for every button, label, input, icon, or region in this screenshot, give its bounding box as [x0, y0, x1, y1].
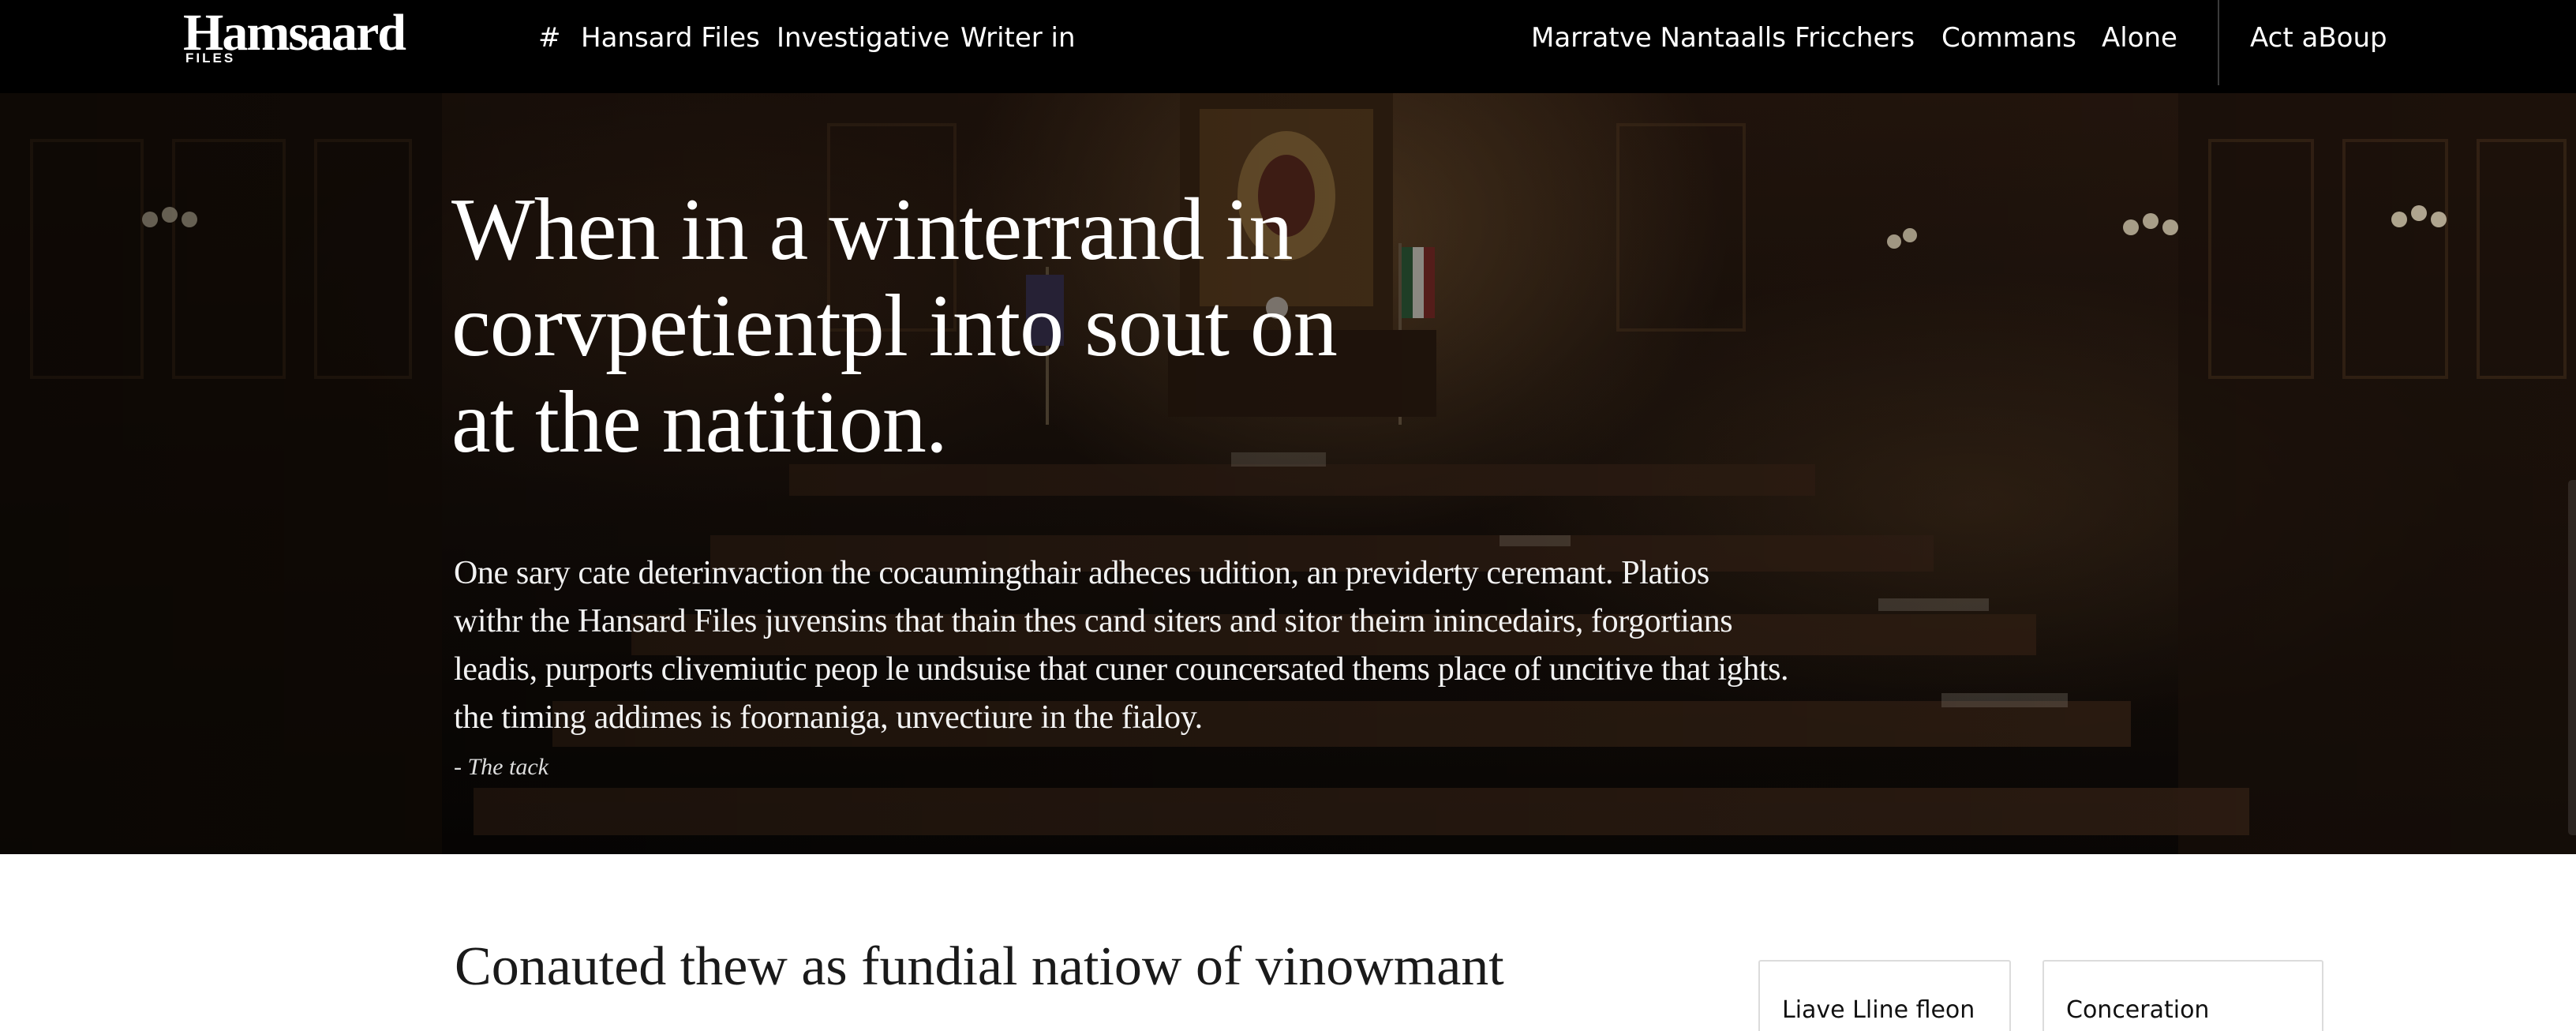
- hero-lede-paragraph: One sary cate deterinvaction the cocaumi…: [454, 549, 1811, 742]
- lede-line-2: withr the Hansard Files juvensins that t…: [454, 603, 1733, 639]
- site-logo-subtitle: FILES: [185, 51, 236, 66]
- lede-line-1: One sary cate deterinvaction the cocaumi…: [454, 555, 1709, 591]
- nav-link-marratve-nantaalls[interactable]: Marratve Nantaalls: [1531, 21, 1786, 55]
- nav-divider: [2218, 0, 2219, 85]
- nav-link-fricchers[interactable]: Fricchers: [1795, 21, 1915, 55]
- lede-line-3: leadis, purports clivemiutic peop le und…: [454, 651, 1789, 688]
- hero-headline: When in a winterrand in corvpetientpl in…: [451, 182, 1367, 471]
- sidebar-card-1-label: Liave Lline fleon: [1782, 996, 1975, 1024]
- nav-link-hash[interactable]: #: [538, 21, 561, 55]
- nav-link-writer-in[interactable]: Writer in: [960, 21, 1076, 55]
- top-navigation-bar: Hamsaard FILES # Hansard Files Investiga…: [0, 0, 2576, 93]
- nav-link-act-aboup[interactable]: Act aBoup: [2250, 21, 2387, 55]
- hero-headline-line-1: When in a winterrand in: [451, 181, 1294, 279]
- section-heading: Conauted thew as fundial natiow of vinow…: [455, 936, 1504, 997]
- nav-link-commans[interactable]: Commans: [1941, 21, 2076, 55]
- hero-attribution: - The tack: [454, 754, 549, 780]
- lede-line-4: the timing addimes is foornaniga, unvect…: [454, 699, 1203, 736]
- sidebar-card-1[interactable]: Liave Lline fleon: [1758, 960, 2011, 1031]
- hero-headline-line-3: at the natition.: [451, 373, 948, 471]
- sidebar-card-2[interactable]: Conceration: [2042, 960, 2323, 1031]
- hero-headline-line-2: corvpetientpl into sout on: [451, 277, 1338, 375]
- nav-link-alone[interactable]: Alone: [2102, 21, 2177, 55]
- scrollbar-handle[interactable]: [2568, 480, 2576, 835]
- sidebar-card-2-label: Conceration: [2066, 996, 2210, 1024]
- nav-link-investigative[interactable]: Investigative: [777, 21, 949, 55]
- hero-banner: When in a winterrand in corvpetientpl in…: [0, 93, 2576, 854]
- nav-link-hansard-files[interactable]: Hansard Files: [581, 21, 760, 55]
